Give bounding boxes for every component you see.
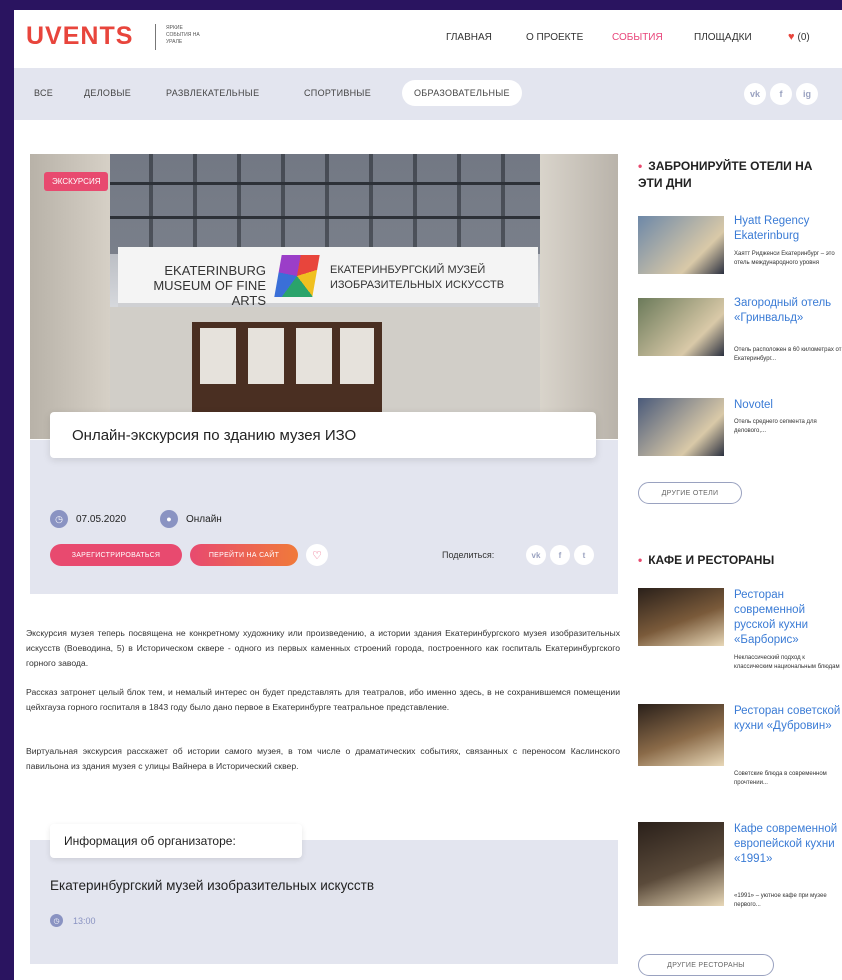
- event-type-badge: ЭКСКУРСИЯ: [44, 172, 109, 191]
- go-to-site-button[interactable]: ПЕРЕЙТИ НА САЙТ: [190, 544, 298, 566]
- museum-sign-ru: ЕКАТЕРИНБУРГСКИЙ МУЗЕЙ ИЗОБРАЗИТЕЛЬНЫХ И…: [330, 264, 505, 291]
- museum-logo: [274, 255, 320, 297]
- location-pin-icon: ●: [160, 510, 178, 528]
- museum-sign-en: EKATERINBURG MUSEUM OF FINE ARTS: [153, 263, 266, 308]
- restaurant-image[interactable]: [638, 704, 724, 766]
- restaurant-title[interactable]: Ресторан советской кухни «Дубровин»: [734, 704, 842, 734]
- category-all[interactable]: ВСЕ: [34, 88, 53, 98]
- event-location-text: Онлайн: [186, 513, 222, 525]
- clock-icon: ◷: [50, 914, 63, 927]
- event-title: Онлайн-экскурсия по зданию музея ИЗО: [50, 412, 596, 458]
- heart-icon: ♥: [788, 31, 795, 43]
- hotel-title[interactable]: Novotel: [734, 398, 842, 413]
- hotel-desc: Отель среднего сегмента для делового,...: [734, 419, 817, 434]
- category-bar: ВСЕ ДЕЛОВЫЕ РАЗВЛЕКАТЕЛЬНЫЕ СПОРТИВНЫЕ О…: [14, 68, 842, 120]
- instagram-icon[interactable]: ig: [796, 83, 818, 105]
- share-facebook-icon[interactable]: f: [550, 545, 570, 565]
- organizer-tab: Информация об организаторе:: [50, 824, 302, 858]
- restaurant-desc: Неклассический подход к классическим нац…: [734, 655, 840, 670]
- register-button[interactable]: ЗАРЕГИСТРИРОВАТЬСЯ: [50, 544, 182, 566]
- restaurant-title[interactable]: Кафе современной европейской кухни «1991…: [734, 822, 842, 867]
- other-hotels-button[interactable]: ДРУГИЕ ОТЕЛИ: [638, 482, 742, 504]
- nav-about[interactable]: О ПРОЕКТЕ: [526, 32, 583, 43]
- clock-icon: ◷: [50, 510, 68, 528]
- favorites-button[interactable]: ♥ (0): [788, 31, 810, 43]
- logo-tagline: ЯРКИЕ СОБЫТИЯ НА УРАЛЕ: [166, 25, 200, 45]
- hotel-desc: Отель расположен в 60 километрах от Екат…: [734, 347, 842, 362]
- category-business[interactable]: ДЕЛОВЫЕ: [84, 88, 131, 98]
- restaurant-image[interactable]: [638, 588, 724, 646]
- description-paragraph-1: Экскурсия музея теперь посвящена не конк…: [26, 628, 620, 668]
- restaurant-desc: «1991» – уютное кафе при музее первого..…: [734, 893, 827, 908]
- category-education[interactable]: ОБРАЗОВАТЕЛЬНЫЕ: [402, 80, 522, 106]
- museum-sign: EKATERINBURG MUSEUM OF FINE ARTS ЕКАТЕРИ…: [118, 247, 538, 308]
- hotel-image[interactable]: [638, 398, 724, 456]
- event-date-text: 07.05.2020: [76, 513, 127, 525]
- favorite-heart-icon[interactable]: ♡: [306, 544, 328, 566]
- hotel-title[interactable]: Hyatt Regency Ekaterinburg: [734, 214, 842, 244]
- nav-venues[interactable]: ПЛОЩАДКИ: [694, 32, 752, 43]
- cafes-heading: • КАФЕ И РЕСТОРАНЫ: [638, 553, 775, 567]
- share-vk-icon[interactable]: vk: [526, 545, 546, 565]
- restaurant-image[interactable]: [638, 822, 724, 906]
- hotel-desc: Хаятт Ридженси Екатеринбург – это отель …: [734, 251, 835, 266]
- hotel-image[interactable]: [638, 298, 724, 356]
- hotel-image[interactable]: [638, 216, 724, 274]
- logo-divider: [155, 24, 156, 50]
- organizer-time-text: 13:00: [73, 915, 96, 926]
- site-logo[interactable]: UVENTS: [26, 22, 133, 51]
- category-sports[interactable]: СПОРТИВНЫЕ: [304, 88, 371, 98]
- hotels-heading: • ЗАБРОНИРУЙТЕ ОТЕЛИ НА ЭТИ ДНИ: [638, 159, 813, 190]
- organizer-panel: [30, 840, 618, 964]
- facebook-icon[interactable]: f: [770, 83, 792, 105]
- restaurant-title[interactable]: Ресторан современной русской кухни «Барб…: [734, 588, 842, 648]
- event-photo: EKATERINBURG MUSEUM OF FINE ARTS ЕКАТЕРИ…: [30, 154, 618, 439]
- hotel-title[interactable]: Загородный отель «Гринвальд»: [734, 296, 842, 326]
- restaurant-desc: Советские блюда в современном прочтении.…: [734, 771, 827, 786]
- description-paragraph-3: Виртуальная экскурсия расскажет об истор…: [26, 746, 620, 771]
- favorites-count: (0): [797, 31, 810, 43]
- vk-icon[interactable]: vk: [744, 83, 766, 105]
- category-entertainment[interactable]: РАЗВЛЕКАТЕЛЬНЫЕ: [166, 88, 259, 98]
- description-paragraph-2: Рассказ затронет целый блок тем, и немал…: [26, 687, 620, 712]
- nav-home[interactable]: ГЛАВНАЯ: [446, 32, 492, 43]
- page: UVENTS ЯРКИЕ СОБЫТИЯ НА УРАЛЕ ГЛАВНАЯ О …: [14, 10, 842, 980]
- nav-events[interactable]: СОБЫТИЯ: [612, 32, 663, 43]
- organizer-time: ◷ 13:00: [50, 914, 96, 927]
- other-restaurants-button[interactable]: ДРУГИЕ РЕСТОРАНЫ: [638, 954, 774, 976]
- event-date: ◷ 07.05.2020: [50, 510, 126, 528]
- share-twitter-icon[interactable]: t: [574, 545, 594, 565]
- event-location: ● Онлайн: [160, 510, 222, 528]
- organizer-name: Екатеринбургский музей изобразительных и…: [50, 878, 375, 893]
- share-label: Поделиться:: [442, 550, 495, 560]
